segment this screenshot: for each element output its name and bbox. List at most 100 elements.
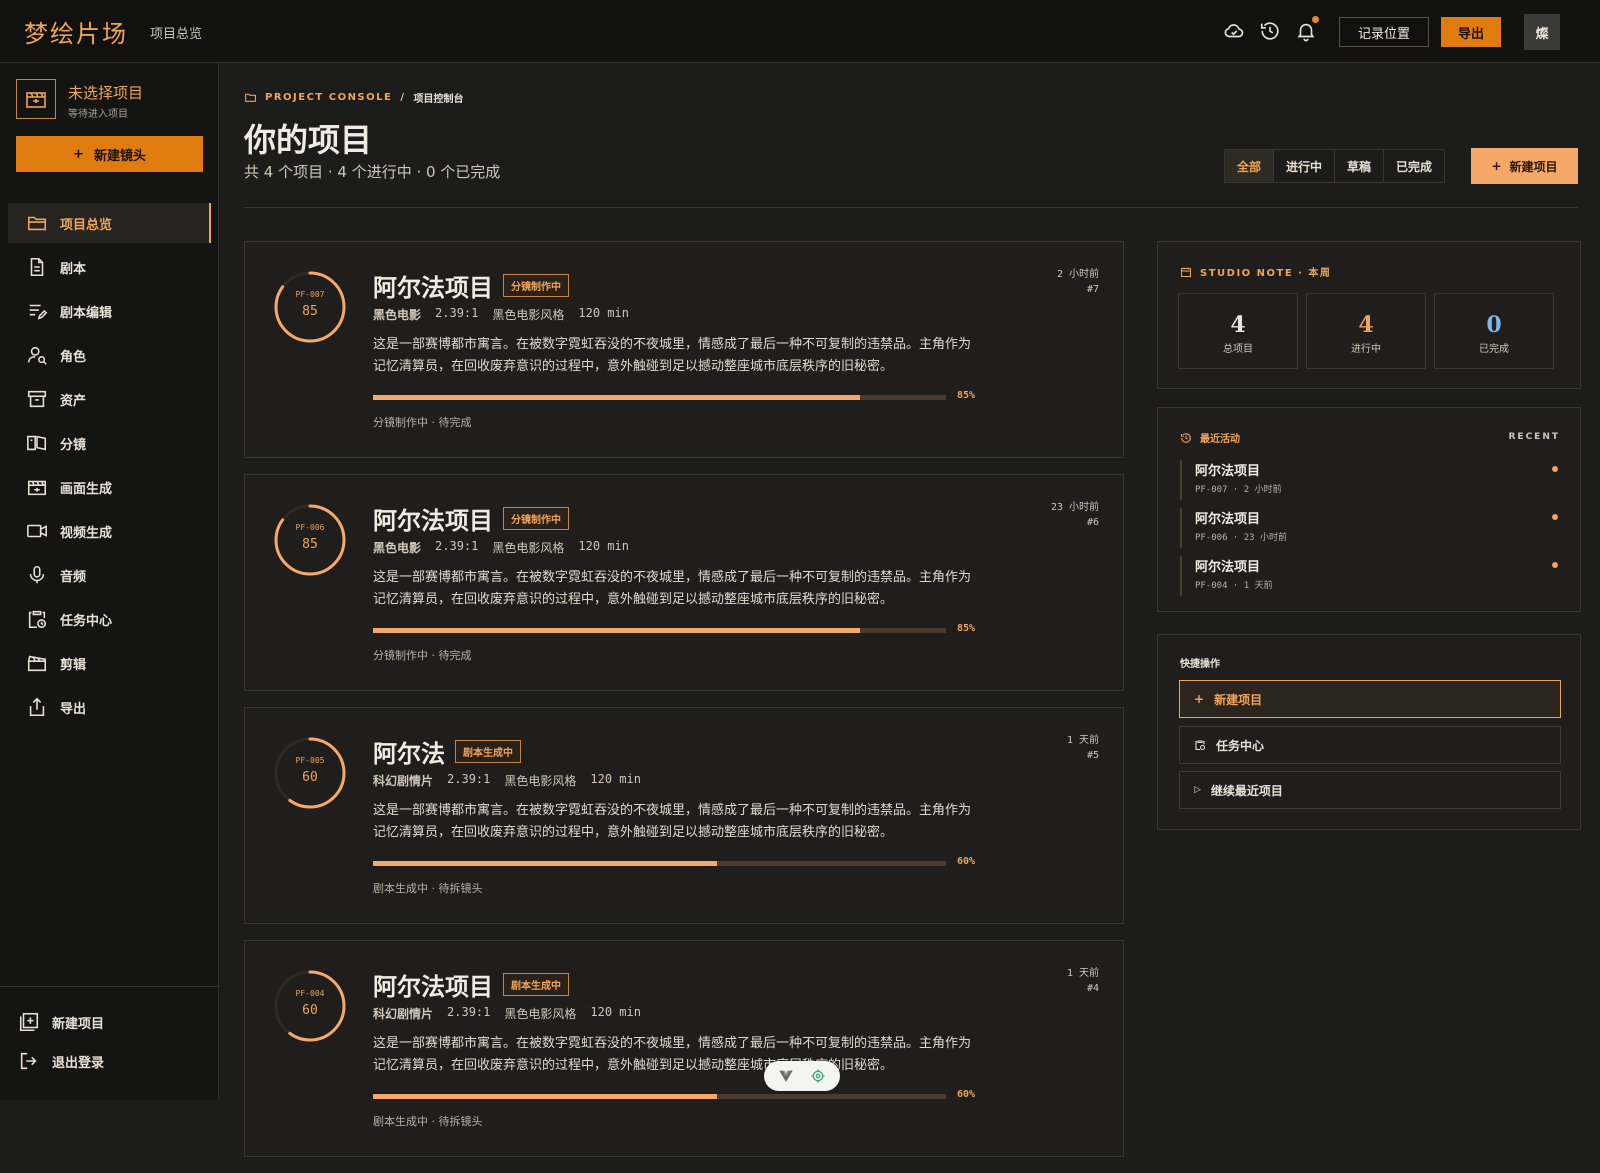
project-ratio: 2.39:1 <box>435 306 479 320</box>
clipboard-clock-icon <box>1195 740 1206 751</box>
project-genre: 科幻剧情片 <box>373 774 434 788</box>
avatar[interactable]: 燦 <box>1524 14 1560 50</box>
folder-icon <box>27 216 47 231</box>
progress-bar-fill <box>373 1094 717 1099</box>
sidebar-item-label: 剧本 <box>60 261 87 277</box>
filter-completed[interactable]: 已完成 <box>1384 150 1444 182</box>
project-ratio: 2.39:1 <box>447 1005 491 1019</box>
new-project-button[interactable]: + 新建项目 <box>1471 148 1578 184</box>
clapper-icon <box>27 655 47 672</box>
sidebar-item-script-edit[interactable]: 剧本编辑 <box>8 291 211 331</box>
cloud-sync-icon[interactable] <box>1223 20 1245 42</box>
microphone-icon <box>29 565 45 584</box>
sidebar-item-image-gen[interactable]: 画面生成 <box>8 467 211 507</box>
studio-note-panel: STUDIO NOTE · 本周 4 总项目 4 进行中 0 已完成 <box>1157 241 1581 389</box>
bell-icon[interactable] <box>1295 20 1317 42</box>
quick-continue-recent[interactable]: ▷ 继续最近项目 <box>1179 771 1561 809</box>
activity-item[interactable]: 阿尔法项目 PF-004 · 1 天前 <box>1180 556 1560 596</box>
activity-dot <box>1552 562 1558 568</box>
progress-percent: 85% <box>957 390 976 401</box>
project-card[interactable]: PF-006 85 阿尔法项目 分镜制作中 黑色电影 2.39:1 黑色电影风格… <box>244 474 1124 691</box>
project-number: #4 <box>1086 983 1099 994</box>
record-position-button[interactable]: 记录位置 <box>1339 17 1429 47</box>
sidebar-item-characters[interactable]: 角色 <box>8 335 211 375</box>
sidebar-item-script[interactable]: 剧本 <box>8 247 211 287</box>
new-shot-label: 新建镜头 <box>93 148 146 164</box>
project-title-row: 阿尔法项目 分镜制作中 <box>373 501 569 536</box>
export-button[interactable]: 导出 <box>1441 17 1501 47</box>
project-description: 这是一部赛博都市寓言。在被数字霓虹吞没的不夜城里，情感成了最后一种不可复制的违禁… <box>373 570 972 607</box>
vue-logo-icon[interactable] <box>778 1068 794 1084</box>
project-time: 1 天前 #5 <box>1067 733 1099 763</box>
history-icon[interactable] <box>1259 20 1281 42</box>
character-search-icon <box>27 346 47 365</box>
sidebar-item-assets[interactable]: 资产 <box>8 379 211 419</box>
calendar-icon <box>1181 267 1191 277</box>
stat-completed-label: 已完成 <box>1479 344 1509 355</box>
sidebar-item-export[interactable]: 导出 <box>8 687 211 727</box>
activity-item[interactable]: 阿尔法项目 PF-007 · 2 小时前 <box>1180 460 1560 500</box>
project-title[interactable]: 阿尔法项目 <box>373 501 493 536</box>
filter-draft[interactable]: 草稿 <box>1335 150 1385 182</box>
project-title[interactable]: 阿尔法项目 <box>373 967 493 1002</box>
ring-progress-value: 60 <box>302 770 318 785</box>
sidebar-item-label: 画面生成 <box>60 481 113 497</box>
progress-bar-fill <box>373 861 717 866</box>
studio-note-header: STUDIO NOTE · 本周 <box>1180 264 1331 279</box>
target-icon[interactable] <box>810 1068 826 1084</box>
sidebar-item-storyboard[interactable]: 分镜 <box>8 423 211 463</box>
filter-in-progress[interactable]: 进行中 <box>1274 150 1336 182</box>
sidebar-item-tasks[interactable]: 任务中心 <box>8 599 211 639</box>
project-description: 这是一部赛博都市寓言。在被数字霓虹吞没的不夜城里，情感成了最后一种不可复制的违禁… <box>373 803 972 840</box>
recent-activity-panel: 最近活动 RECENT 阿尔法项目 PF-007 · 2 小时前 阿尔法项目 P… <box>1157 407 1581 612</box>
project-time: 2 小时前 #7 <box>1057 267 1099 297</box>
plus-icon: + <box>1194 692 1205 706</box>
recent-header: 最近活动 <box>1180 430 1240 445</box>
filter-all[interactable]: 全部 <box>1225 150 1275 182</box>
project-duration: 120 min <box>578 306 629 320</box>
quick-label: 新建项目 <box>1214 692 1263 707</box>
breadcrumb: 项目总览 <box>150 27 203 42</box>
devtools-pill[interactable] <box>764 1061 840 1091</box>
project-card[interactable]: PF-007 85 阿尔法项目 分镜制作中 黑色电影 2.39:1 黑色电影风格… <box>244 241 1124 458</box>
stat-completed: 0 已完成 <box>1434 293 1554 369</box>
project-style: 黑色电影风格 <box>492 541 565 555</box>
recent-title: 最近活动 <box>1200 434 1240 445</box>
sidebar-new-project[interactable]: 新建项目 <box>18 1011 104 1033</box>
folder-icon <box>245 93 256 102</box>
updated-time: 1 天前 <box>1066 968 1099 979</box>
project-meta: 黑色电影 2.39:1 黑色电影风格 120 min <box>373 306 629 323</box>
sidebar-item-audio[interactable]: 音频 <box>8 555 211 595</box>
status-badge: 剧本生成中 <box>503 973 569 996</box>
progress-percent: 60% <box>957 1089 976 1100</box>
logout-icon <box>20 1052 37 1070</box>
sidebar-item-overview[interactable]: 项目总览 <box>8 203 211 243</box>
status-badge: 剧本生成中 <box>455 740 521 763</box>
project-title[interactable]: 阿尔法 <box>373 734 445 769</box>
quick-task-center[interactable]: 任务中心 <box>1179 726 1561 764</box>
project-title-row: 阿尔法项目 剧本生成中 <box>373 967 569 1002</box>
project-summary: 共 4 个项目 · 4 个进行中 · 0 个已完成 <box>244 163 501 181</box>
sidebar-item-editing[interactable]: 剪辑 <box>8 643 211 683</box>
project-card[interactable]: PF-005 60 阿尔法 剧本生成中 科幻剧情片 2.39:1 黑色电影风格 … <box>244 707 1124 924</box>
activity-item[interactable]: 阿尔法项目 PF-006 · 23 小时前 <box>1180 508 1560 548</box>
plus-icon: + <box>73 146 84 162</box>
project-time: 1 天前 #4 <box>1067 966 1099 996</box>
project-card[interactable]: PF-004 60 阿尔法项目 剧本生成中 科幻剧情片 2.39:1 黑色电影风… <box>244 940 1124 1157</box>
project-duration: 120 min <box>578 539 629 553</box>
sidebar-item-video-gen[interactable]: 视频生成 <box>8 511 211 551</box>
logout-button[interactable]: 退出登录 <box>18 1050 104 1072</box>
sidebar-item-label: 剧本编辑 <box>60 305 113 321</box>
project-title-row: 阿尔法 剧本生成中 <box>373 734 521 769</box>
plus-icon: + <box>1491 159 1502 173</box>
project-title[interactable]: 阿尔法项目 <box>373 268 493 303</box>
activity-title: 阿尔法项目 <box>1195 560 1261 575</box>
project-genre: 黑色电影 <box>373 541 422 555</box>
project-genre: 科幻剧情片 <box>373 1007 434 1021</box>
new-shot-button[interactable]: + 新建镜头 <box>16 136 203 172</box>
app-brand[interactable]: 梦绘片场 <box>24 14 128 49</box>
quick-new-project[interactable]: + 新建项目 <box>1179 680 1561 718</box>
stat-in-progress-label: 进行中 <box>1351 344 1381 355</box>
project-number: #5 <box>1086 750 1099 761</box>
project-code: PF-005 <box>295 756 325 765</box>
